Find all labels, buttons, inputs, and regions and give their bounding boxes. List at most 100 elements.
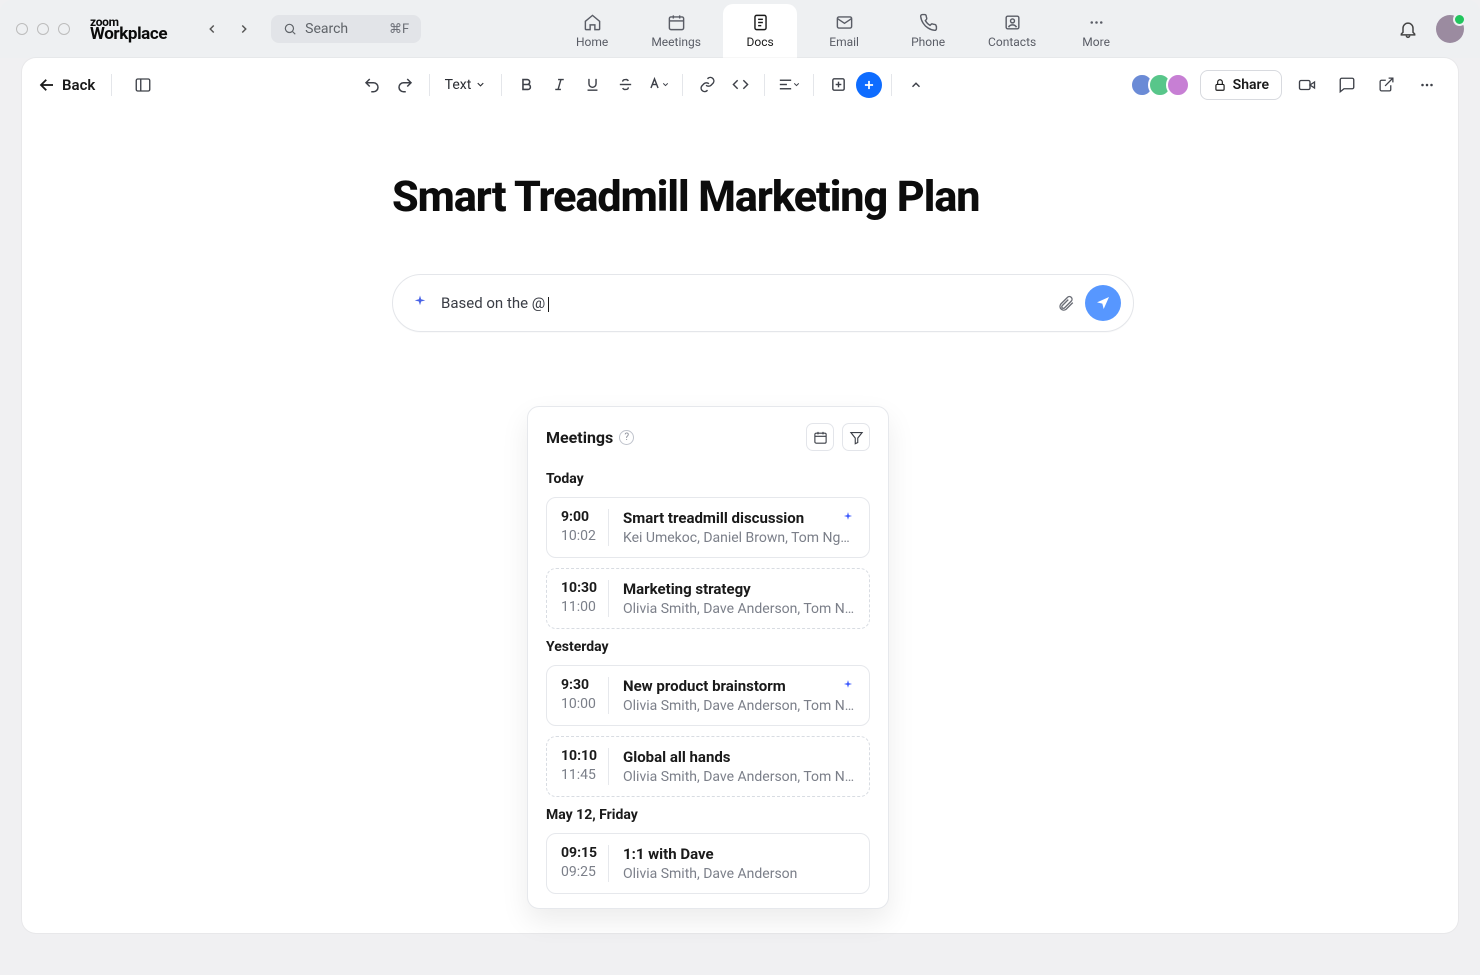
search-input[interactable]: Search ⌘F <box>271 15 421 43</box>
link-icon <box>699 76 716 93</box>
open-external-button[interactable] <box>1372 70 1402 100</box>
link-button[interactable] <box>692 70 722 100</box>
meetings-title: Meetings <box>546 428 613 447</box>
video-button[interactable] <box>1292 70 1322 100</box>
code-button[interactable] <box>725 70 755 100</box>
meeting-title: Marketing strategy <box>623 580 751 598</box>
tab-meetings-label: Meetings <box>651 35 701 49</box>
document-title[interactable]: Smart Treadmill Marketing Plan <box>392 172 1458 222</box>
maximize-window[interactable] <box>58 23 70 35</box>
close-window[interactable] <box>16 23 28 35</box>
collaborators[interactable] <box>1130 73 1190 97</box>
doc-toolbar: Back Text <box>22 58 1458 112</box>
search-shortcut: ⌘F <box>389 22 409 37</box>
share-button[interactable]: Share <box>1200 70 1282 100</box>
tab-more[interactable]: More <box>1059 4 1133 58</box>
bell-icon <box>1398 19 1418 39</box>
divider <box>682 74 683 96</box>
meeting-group-label: May 12, Friday <box>546 807 870 823</box>
more-icon <box>1087 13 1106 32</box>
tab-email[interactable]: Email <box>807 4 881 58</box>
docs-icon <box>751 13 770 32</box>
insert-button[interactable] <box>823 70 853 100</box>
align-button[interactable] <box>774 70 804 100</box>
tab-contacts[interactable]: Contacts <box>975 4 1049 58</box>
meeting-group-label: Yesterday <box>546 639 870 655</box>
meeting-time: 10:30 11:00 <box>561 580 609 617</box>
meeting-title: New product brainstorm <box>623 677 786 695</box>
attachment-icon[interactable] <box>1057 294 1075 312</box>
meeting-card[interactable]: 9:30 10:00 New product brainstorm Olivia… <box>546 665 870 726</box>
meeting-time: 9:30 10:00 <box>561 677 609 714</box>
collaborator-avatar <box>1166 73 1190 97</box>
more-menu[interactable] <box>1412 70 1442 100</box>
calendar-icon <box>813 430 828 445</box>
text-style-dropdown[interactable]: Text <box>439 73 493 97</box>
tab-home-label: Home <box>576 35 608 49</box>
meeting-title: Global all hands <box>623 748 731 766</box>
meeting-attendees: Kei Umekoc, Daniel Brown, Tom Nguyen... <box>623 530 855 546</box>
nav-back[interactable] <box>199 16 225 42</box>
bold-button[interactable] <box>511 70 541 100</box>
ai-prompt-text: Based on the @ <box>441 294 549 312</box>
tab-home[interactable]: Home <box>555 4 629 58</box>
meeting-card[interactable]: 10:10 11:45 Global all hands Olivia Smit… <box>546 736 870 797</box>
sparkle-icon <box>841 511 855 525</box>
italic-button[interactable] <box>544 70 574 100</box>
tab-meetings[interactable]: Meetings <box>639 4 713 58</box>
meeting-title: 1:1 with Dave <box>623 845 714 863</box>
tab-phone-label: Phone <box>911 35 945 49</box>
underline-button[interactable] <box>577 70 607 100</box>
minimize-window[interactable] <box>37 23 49 35</box>
text-style-label: Text <box>445 77 472 93</box>
add-button[interactable] <box>856 72 882 98</box>
lock-icon <box>1213 78 1227 92</box>
meeting-time: 10:10 11:45 <box>561 748 609 785</box>
bold-icon <box>518 76 535 93</box>
undo-button[interactable] <box>357 70 387 100</box>
redo-icon <box>396 76 414 94</box>
meeting-card[interactable]: 10:30 11:00 Marketing strategy Olivia Sm… <box>546 568 870 629</box>
back-button[interactable]: Back <box>38 76 95 94</box>
user-avatar[interactable] <box>1436 15 1464 43</box>
phone-icon <box>919 13 938 32</box>
titlebar: zoom Workplace Search ⌘F Home Meetings <box>0 0 1480 58</box>
send-icon <box>1095 295 1111 311</box>
document-window: Back Text <box>22 58 1458 933</box>
brand-line-2: Workplace <box>90 26 167 43</box>
strikethrough-icon <box>617 76 634 93</box>
strikethrough-button[interactable] <box>610 70 640 100</box>
tab-docs[interactable]: Docs <box>723 4 797 58</box>
meeting-card[interactable]: 9:00 10:02 Smart treadmill discussion Ke… <box>546 497 870 558</box>
comment-button[interactable] <box>1332 70 1362 100</box>
filter-icon <box>849 430 864 445</box>
info-icon[interactable]: ? <box>619 430 634 445</box>
back-label: Back <box>62 76 95 94</box>
ai-prompt-input[interactable]: Based on the @ <box>392 274 1134 332</box>
video-icon <box>1298 76 1316 94</box>
redo-button[interactable] <box>390 70 420 100</box>
sparkle-icon <box>841 679 855 693</box>
nav-forward[interactable] <box>231 16 257 42</box>
collapse-toolbar[interactable] <box>901 70 931 100</box>
send-button[interactable] <box>1085 285 1121 321</box>
meeting-time: 09:15 09:25 <box>561 845 609 882</box>
chevron-up-icon <box>909 78 923 92</box>
more-icon <box>1418 76 1436 94</box>
external-icon <box>1378 76 1395 93</box>
filter-button[interactable] <box>842 423 870 451</box>
divider <box>891 74 892 96</box>
divider <box>813 74 814 96</box>
sidebar-toggle[interactable] <box>128 70 158 100</box>
divider <box>501 74 502 96</box>
window-controls <box>16 23 70 35</box>
calendar-button[interactable] <box>806 423 834 451</box>
text-color-button[interactable] <box>643 70 673 100</box>
tab-phone[interactable]: Phone <box>891 4 965 58</box>
tab-docs-label: Docs <box>747 35 774 49</box>
notifications-button[interactable] <box>1398 19 1418 39</box>
meeting-attendees: Olivia Smith, Dave Anderson, Tom Nguyen.… <box>623 698 855 714</box>
meeting-title: Smart treadmill discussion <box>623 509 804 527</box>
arrow-left-icon <box>38 76 56 94</box>
meeting-card[interactable]: 09:15 09:25 1:1 with Dave Olivia Smith, … <box>546 833 870 894</box>
